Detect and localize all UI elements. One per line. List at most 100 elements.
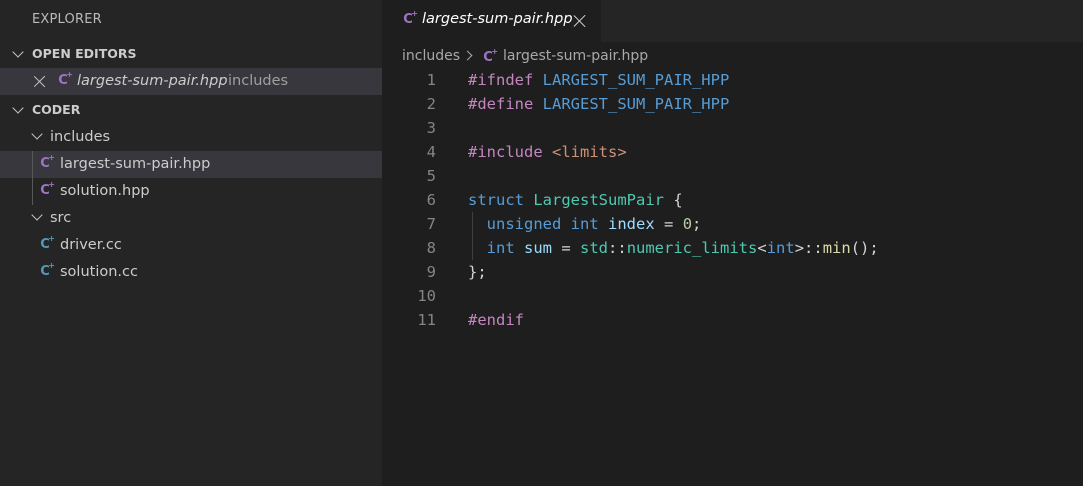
code-text: int sum = std::numeric_limits<int>::min(… [468, 236, 879, 260]
code-token: int [486, 239, 515, 257]
line-number: 11 [417, 311, 436, 329]
code-line[interactable]: 11 #endif [382, 308, 1082, 332]
cpp-header-icon: C + [483, 47, 499, 65]
code-line[interactable]: 5 [382, 164, 1082, 188]
chevron-down-icon [31, 209, 43, 221]
code-token: LARGEST_SUM_PAIR_HPP [542, 95, 730, 113]
file-label: largest-sum-pair.hpp [60, 156, 211, 172]
code-text: unsigned int index = 0; [468, 212, 702, 236]
code-text: }; [468, 260, 487, 284]
cpp-header-icon: C + [40, 180, 55, 198]
code-token: int [570, 215, 599, 233]
folder-includes[interactable]: includes [0, 124, 382, 151]
code-token: :: [608, 239, 627, 257]
code-text: struct LargestSumPair { [468, 188, 683, 212]
code-token: min [822, 239, 851, 257]
file-item-largest-sum-pair[interactable]: C + largest-sum-pair.hpp [0, 151, 382, 178]
code-line[interactable]: 10 [382, 284, 1082, 308]
line-number: 1 [426, 71, 436, 89]
code-token: = [552, 239, 581, 257]
code-token: std [580, 239, 609, 257]
breadcrumb-folder[interactable]: includes [402, 48, 460, 64]
chevron-down-icon [12, 102, 24, 114]
open-editors-label: OPEN EDITORS [32, 46, 137, 61]
tab-largest-sum-pair[interactable]: C + largest-sum-pair.hpp [382, 0, 601, 42]
tab-label: largest-sum-pair.hpp [422, 11, 573, 27]
code-line[interactable]: 8 int sum = std::numeric_limits<int>::mi… [382, 236, 1082, 260]
code-token: LARGEST_SUM_PAIR_HPP [542, 71, 730, 89]
code-text: #define LARGEST_SUM_PAIR_HPP [468, 92, 729, 116]
close-icon[interactable] [573, 14, 587, 28]
line-number: 6 [426, 191, 436, 209]
code-token: }; [468, 263, 487, 281]
code-token: unsigned [486, 215, 562, 233]
close-icon[interactable] [33, 75, 46, 88]
cpp-header-icon: C + [58, 70, 73, 88]
cpp-header-icon: C + [40, 153, 55, 171]
file-item-driver-cc[interactable]: C + driver.cc [0, 232, 382, 259]
code-token: ; [692, 215, 702, 233]
code-token: int [766, 239, 795, 257]
file-item-solution-hpp[interactable]: C + solution.hpp [0, 178, 382, 205]
code-token: index [608, 215, 655, 233]
line-number: 5 [426, 167, 436, 185]
code-line[interactable]: 2 #define LARGEST_SUM_PAIR_HPP [382, 92, 1082, 116]
code-token: (); [850, 239, 879, 257]
chevron-down-icon [31, 128, 43, 140]
cpp-source-icon: C + [40, 261, 55, 279]
folder-label: src [50, 210, 72, 226]
code-editor[interactable]: 1 #ifndef LARGEST_SUM_PAIR_HPP 2 #define LA… [382, 68, 1083, 486]
tree-indent-guide [32, 178, 33, 205]
explorer-title: EXPLORER [32, 12, 102, 27]
workspace-header[interactable]: CODER [0, 96, 382, 124]
code-line[interactable]: 7 unsigned int index = 0; [382, 212, 1082, 236]
code-token: numeric_limits [626, 239, 758, 257]
line-number: 7 [426, 215, 436, 233]
code-token: sum [524, 239, 553, 257]
code-line[interactable]: 9}; [382, 260, 1082, 284]
code-token: <limits> [552, 143, 627, 161]
code-token: { [664, 191, 683, 209]
code-line[interactable]: 3 [382, 116, 1082, 140]
file-item-solution-cc[interactable]: C + solution.cc [0, 259, 382, 286]
code-line[interactable]: 6 struct LargestSumPair { [382, 188, 1082, 212]
code-token: struct [468, 191, 524, 209]
line-number: 4 [426, 143, 436, 161]
code-token: >:: [794, 239, 823, 257]
editor-tab-bar: C + largest-sum-pair.hpp [382, 0, 1083, 42]
open-editor-folder: includes [228, 73, 289, 89]
code-token: #include [468, 143, 543, 161]
code-token: 0 [682, 215, 693, 233]
open-editors-header[interactable]: OPEN EDITORS [0, 40, 382, 68]
code-token: #define [468, 95, 534, 113]
code-line[interactable]: 4 #include <limits> [382, 140, 1082, 164]
line-number: 10 [417, 287, 436, 305]
code-token: LargestSumPair [533, 191, 664, 209]
chevron-right-icon [462, 50, 473, 61]
code-line[interactable]: 1 #ifndef LARGEST_SUM_PAIR_HPP [382, 68, 1082, 92]
code-text: #include <limits> [468, 140, 627, 164]
file-label: solution.cc [60, 264, 138, 280]
breadcrumb: includes C + largest-sum-pair.hpp [402, 44, 648, 68]
line-number: 2 [426, 95, 436, 113]
workspace-label: CODER [32, 102, 81, 117]
chevron-down-icon [12, 46, 24, 58]
folder-src[interactable]: src [0, 205, 382, 232]
tree-indent-guide [32, 151, 33, 178]
file-label: driver.cc [60, 237, 122, 253]
line-number: 9 [426, 263, 436, 281]
breadcrumb-file[interactable]: largest-sum-pair.hpp [503, 48, 648, 64]
code-token: #endif [468, 311, 524, 329]
code-token: #ifndef [468, 71, 534, 89]
open-editor-filename: largest-sum-pair.hpp [77, 73, 228, 89]
open-editor-item[interactable]: C + largest-sum-pair.hpp includes [0, 68, 382, 95]
